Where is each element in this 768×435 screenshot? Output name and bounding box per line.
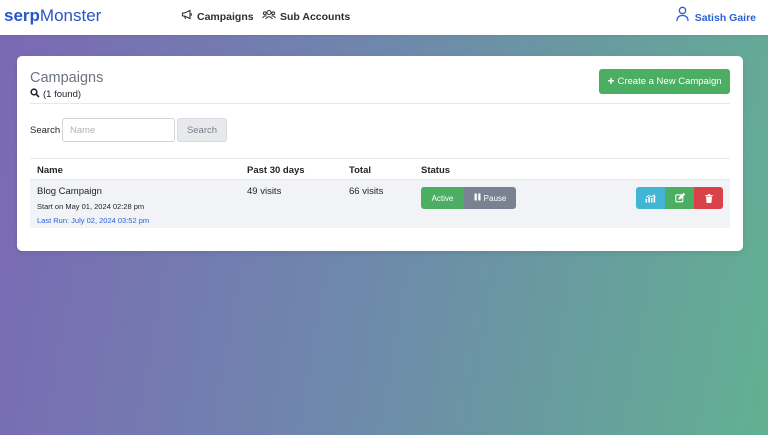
column-header-past-30-days: Past 30 days bbox=[247, 165, 305, 176]
user-icon bbox=[676, 6, 689, 25]
column-header-total: Total bbox=[349, 165, 371, 176]
results-count: (1 found) bbox=[30, 88, 81, 101]
users-icon bbox=[262, 9, 276, 24]
search-icon bbox=[30, 88, 40, 101]
search-button[interactable]: Search bbox=[177, 118, 227, 142]
edit-icon bbox=[674, 191, 685, 206]
user-name: Satish Gaire bbox=[694, 12, 756, 24]
campaigns-card: Campaigns (1 found) + Create a New Campa… bbox=[17, 56, 743, 251]
status-toggle-group: Active Pause bbox=[421, 187, 516, 209]
brand-logo[interactable]: serpMonster bbox=[4, 6, 101, 26]
search-input[interactable] bbox=[62, 118, 175, 142]
delete-button[interactable] bbox=[694, 187, 723, 209]
pause-icon bbox=[474, 193, 481, 203]
plus-icon: + bbox=[607, 74, 615, 88]
campaign-total: 66 visits bbox=[349, 186, 384, 197]
status-pause-button[interactable]: Pause bbox=[464, 187, 516, 209]
nav-campaigns[interactable]: Campaigns bbox=[181, 9, 254, 24]
campaigns-table: Name Past 30 days Total Status Blog Camp… bbox=[30, 158, 730, 228]
column-header-name: Name bbox=[37, 165, 63, 176]
stats-button[interactable] bbox=[636, 187, 665, 209]
results-count-text: (1 found) bbox=[43, 89, 82, 100]
user-menu[interactable]: Satish Gaire bbox=[676, 6, 756, 25]
nav-sub-accounts[interactable]: Sub Accounts bbox=[262, 9, 350, 24]
table-header: Name Past 30 days Total Status bbox=[30, 158, 730, 180]
nav-campaigns-label: Campaigns bbox=[197, 10, 254, 23]
table-row: Blog Campaign Start on May 01, 2024 02:2… bbox=[30, 180, 730, 228]
campaign-start-date: Start on May 01, 2024 02:28 pm bbox=[37, 202, 145, 211]
campaign-name[interactable]: Blog Campaign bbox=[37, 186, 149, 197]
column-header-status: Status bbox=[421, 165, 451, 176]
trash-icon bbox=[704, 191, 713, 206]
status-pause-label: Pause bbox=[483, 193, 507, 203]
create-campaign-label: Create a New Campaign bbox=[617, 76, 722, 87]
campaign-name-cell: Blog Campaign Start on May 01, 2024 02:2… bbox=[37, 186, 149, 225]
status-active-button[interactable]: Active bbox=[421, 187, 464, 209]
top-navbar: serpMonster Campaigns Sub Accounts Satis… bbox=[0, 0, 768, 35]
edit-button[interactable] bbox=[665, 187, 694, 209]
create-campaign-button[interactable]: + Create a New Campaign bbox=[599, 69, 730, 94]
nav-sub-accounts-label: Sub Accounts bbox=[280, 10, 351, 23]
page-title: Campaigns bbox=[30, 70, 104, 86]
campaign-last-run: Last Run: July 02, 2024 03:52 pm bbox=[37, 216, 150, 225]
campaign-past-30-days: 49 visits bbox=[247, 186, 282, 197]
search-label: Search bbox=[30, 125, 61, 136]
megaphone-icon bbox=[181, 9, 193, 24]
row-actions bbox=[636, 187, 723, 209]
divider bbox=[30, 103, 730, 104]
bar-chart-icon bbox=[645, 191, 656, 206]
